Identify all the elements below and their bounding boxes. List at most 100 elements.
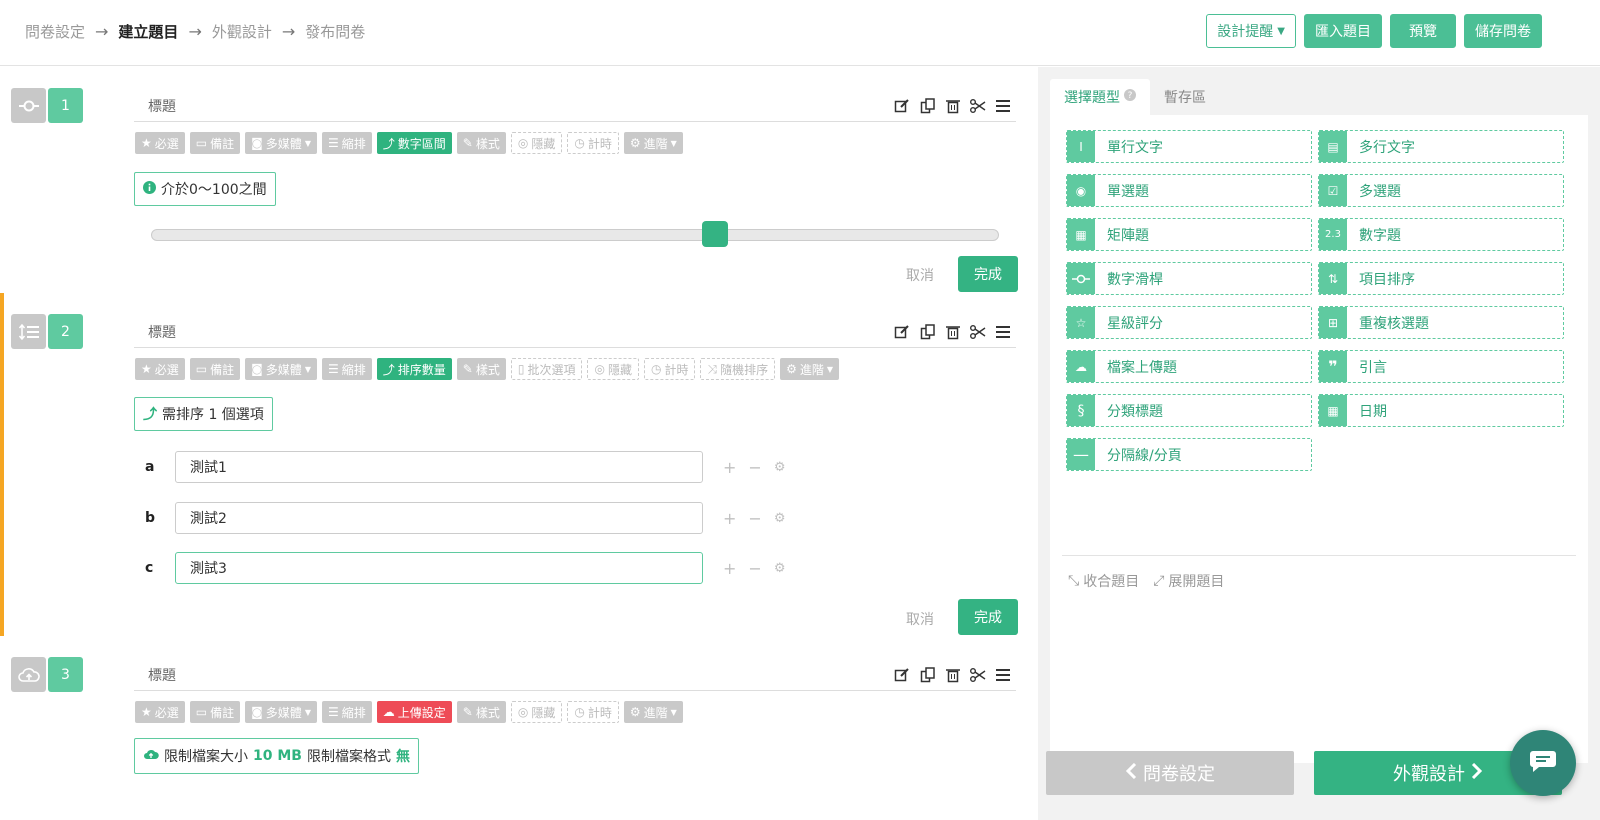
plus-icon[interactable]: + bbox=[723, 458, 736, 477]
style-option[interactable]: ✎ 樣式 bbox=[456, 358, 506, 380]
sort-count-option[interactable]: ⤴ 排序數量 bbox=[376, 358, 452, 380]
cut-icon[interactable] bbox=[970, 668, 986, 682]
question-type-quote[interactable]: ❞ 引言 bbox=[1318, 350, 1564, 383]
hide-option[interactable]: ◎ 隱藏 bbox=[587, 358, 639, 380]
slider-track[interactable] bbox=[151, 229, 999, 241]
question-type-single-choice[interactable]: ◉ 單選題 bbox=[1066, 174, 1312, 207]
done-button[interactable]: 完成 bbox=[958, 256, 1018, 292]
copy-icon[interactable] bbox=[920, 667, 936, 683]
timer-option[interactable]: ◷ 計時 bbox=[567, 701, 619, 723]
gear-icon[interactable]: ⚙ bbox=[774, 561, 786, 576]
indent-option[interactable]: ☰ 縮排 bbox=[321, 701, 372, 723]
multimedia-option[interactable]: ◙ 多媒體 ▼ bbox=[245, 132, 317, 154]
drag-handle-icon[interactable] bbox=[996, 669, 1010, 681]
import-questions-button[interactable]: 匯入題目 bbox=[1304, 14, 1382, 48]
expand-all-button[interactable]: ⤢ 展開題目 bbox=[1153, 571, 1224, 591]
timer-option[interactable]: ◷ 計時 bbox=[567, 132, 619, 154]
tab-staging-area[interactable]: 暫存區 bbox=[1150, 79, 1220, 115]
option-input[interactable]: 測試1 bbox=[175, 451, 703, 483]
cut-icon[interactable] bbox=[970, 325, 986, 339]
slider-icon[interactable] bbox=[11, 88, 46, 123]
tab-question-types[interactable]: 選擇題型 ? bbox=[1050, 79, 1150, 115]
question-title[interactable]: 標題 bbox=[148, 322, 176, 342]
minus-icon[interactable]: − bbox=[748, 509, 761, 528]
collapse-all-button[interactable]: ⤡ 收合題目 bbox=[1068, 571, 1139, 591]
hide-option[interactable]: ◎ 隱藏 bbox=[510, 132, 563, 154]
done-button[interactable]: 完成 bbox=[958, 599, 1018, 635]
question-type-divider[interactable]: — 分隔線/分頁 bbox=[1066, 438, 1312, 471]
slider-thumb[interactable] bbox=[701, 221, 728, 247]
indent-option[interactable]: ☰ 縮排 bbox=[321, 358, 372, 380]
preview-button[interactable]: 預覽 bbox=[1390, 14, 1456, 48]
breadcrumb-step-3[interactable]: 外觀設計 bbox=[212, 21, 272, 42]
copy-icon[interactable] bbox=[920, 98, 936, 114]
hide-option[interactable]: ◎ 隱藏 bbox=[510, 701, 563, 723]
sort-count-hint[interactable]: ⤴ 需排序 1 個選項 bbox=[134, 397, 273, 431]
style-option[interactable]: ✎ 樣式 bbox=[456, 701, 506, 723]
question-type-repeat-check[interactable]: ⊞ 重複核選題 bbox=[1318, 306, 1564, 339]
question-type-multi-choice[interactable]: ☑ 多選題 bbox=[1318, 174, 1564, 207]
required-option[interactable]: ★ 必選 bbox=[135, 132, 185, 154]
note-option[interactable]: ▭ 備註 bbox=[189, 358, 241, 380]
cancel-button[interactable]: 取消 bbox=[906, 609, 934, 629]
advanced-option[interactable]: ⚙ 進階 ▼ bbox=[623, 132, 683, 154]
minus-icon[interactable]: − bbox=[748, 559, 761, 578]
question-type-multi-line-text[interactable]: ▤ 多行文字 bbox=[1318, 130, 1564, 163]
gear-icon[interactable]: ⚙ bbox=[774, 460, 786, 475]
sort-list-icon[interactable] bbox=[11, 314, 46, 349]
plus-icon[interactable]: + bbox=[723, 559, 736, 578]
design-tips-button[interactable]: 設計提醒 ▼ bbox=[1206, 14, 1296, 48]
indent-option[interactable]: ☰ 縮排 bbox=[321, 132, 372, 154]
option-input[interactable]: 測試3 bbox=[175, 552, 703, 584]
advanced-option[interactable]: ⚙ 進階 ▼ bbox=[780, 358, 840, 380]
edit-icon[interactable] bbox=[894, 324, 910, 340]
prev-step-button[interactable]: 問卷設定 bbox=[1046, 751, 1294, 795]
number-range-option[interactable]: ⤴ 數字區間 bbox=[376, 132, 452, 154]
edit-icon[interactable] bbox=[894, 667, 910, 683]
breadcrumb-step-4[interactable]: 發布問卷 bbox=[305, 21, 365, 42]
range-hint[interactable]: 介於0～100之間 bbox=[134, 172, 276, 206]
timer-option[interactable]: ◷ 計時 bbox=[643, 358, 696, 380]
question-type-number-slider[interactable]: 數字滑桿 bbox=[1066, 262, 1312, 295]
advanced-option[interactable]: ⚙ 進階 ▼ bbox=[623, 701, 683, 723]
question-type-number[interactable]: 2.3 數字題 bbox=[1318, 218, 1564, 251]
edit-icon[interactable] bbox=[894, 98, 910, 114]
trash-icon[interactable] bbox=[946, 324, 960, 340]
multimedia-option[interactable]: ◙ 多媒體 ▼ bbox=[245, 701, 317, 723]
gear-icon[interactable]: ⚙ bbox=[774, 511, 786, 526]
breadcrumb-step-1[interactable]: 問卷設定 bbox=[25, 21, 85, 42]
trash-icon[interactable] bbox=[946, 98, 960, 114]
drag-handle-icon[interactable] bbox=[996, 100, 1010, 112]
help-icon[interactable]: ? bbox=[1124, 89, 1136, 105]
question-title[interactable]: 標題 bbox=[148, 665, 176, 685]
question-type-date[interactable]: ▦ 日期 bbox=[1318, 394, 1564, 427]
plus-icon[interactable]: + bbox=[723, 509, 736, 528]
drag-handle-icon[interactable] bbox=[996, 326, 1010, 338]
question-type-ranking[interactable]: ⇅ 項目排序 bbox=[1318, 262, 1564, 295]
question-type-single-line-text[interactable]: I 單行文字 bbox=[1066, 130, 1312, 163]
note-option[interactable]: ▭ 備註 bbox=[189, 701, 241, 723]
copy-icon[interactable] bbox=[920, 324, 936, 340]
question-type-file-upload[interactable]: ☁ 檔案上傳題 bbox=[1066, 350, 1312, 383]
style-option[interactable]: ✎ 樣式 bbox=[456, 132, 506, 154]
question-type-star-rating[interactable]: ☆ 星級評分 bbox=[1066, 306, 1312, 339]
multimedia-option[interactable]: ◙ 多媒體 ▼ bbox=[245, 358, 317, 380]
cancel-button[interactable]: 取消 bbox=[906, 265, 934, 285]
upload-limit-hint[interactable]: 限制檔案大小 10 MB 限制檔案格式 無 bbox=[134, 738, 419, 774]
required-option[interactable]: ★ 必選 bbox=[135, 701, 185, 723]
question-title[interactable]: 標題 bbox=[148, 96, 176, 116]
save-survey-button[interactable]: 儲存問卷 bbox=[1464, 14, 1542, 48]
cloud-upload-icon[interactable] bbox=[11, 657, 46, 692]
random-order-option[interactable]: ⤨ 隨機排序 bbox=[700, 358, 776, 380]
trash-icon[interactable] bbox=[946, 667, 960, 683]
batch-options-option[interactable]: ▯ 批次選項 bbox=[510, 358, 583, 380]
option-input[interactable]: 測試2 bbox=[175, 502, 703, 534]
cut-icon[interactable] bbox=[970, 99, 986, 113]
upload-settings-option[interactable]: ☁ 上傳設定 bbox=[376, 701, 452, 723]
question-type-section-title[interactable]: § 分類標題 bbox=[1066, 394, 1312, 427]
required-option[interactable]: ★ 必選 bbox=[135, 358, 185, 380]
note-option[interactable]: ▭ 備註 bbox=[189, 132, 241, 154]
minus-icon[interactable]: − bbox=[748, 458, 761, 477]
question-type-matrix[interactable]: ▦ 矩陣題 bbox=[1066, 218, 1312, 251]
chat-widget-button[interactable] bbox=[1510, 730, 1576, 796]
